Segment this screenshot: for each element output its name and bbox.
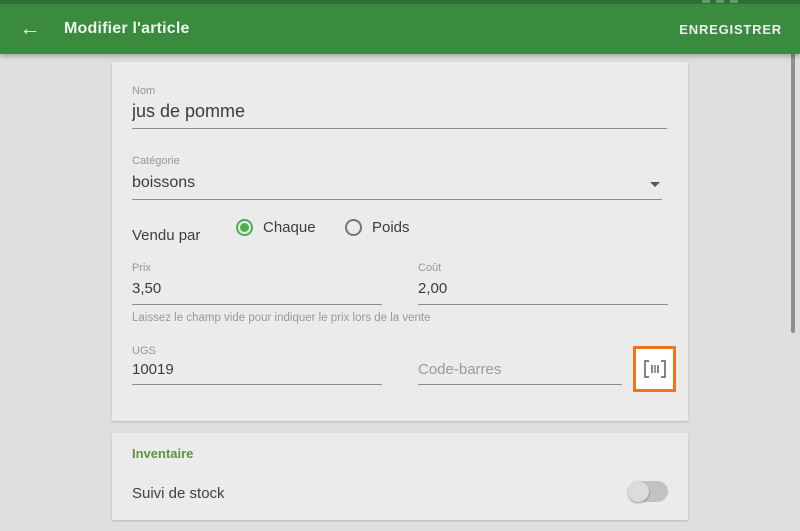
chevron-down-icon — [650, 182, 660, 187]
inventory-card: Inventaire Suivi de stock — [112, 433, 688, 520]
price-helper-text: Laissez le champ vide pour indiquer le p… — [132, 312, 431, 324]
price-input[interactable] — [132, 276, 382, 305]
item-details-card: Nom Catégorie boissons Vendu par Chaque … — [112, 62, 688, 421]
inventory-section-title: Inventaire — [132, 446, 194, 461]
cost-field-label: Coût — [418, 262, 442, 274]
category-field-label: Catégorie — [132, 155, 180, 167]
track-stock-toggle[interactable] — [628, 481, 668, 502]
arrow-left-icon: ← — [19, 17, 41, 40]
radio-option-chaque[interactable]: Chaque — [236, 219, 316, 236]
save-button[interactable]: ENREGISTRER — [679, 22, 782, 37]
track-stock-label: Suivi de stock — [132, 485, 225, 502]
sold-by-label: Vendu par — [132, 227, 201, 244]
barcode-scan-button[interactable] — [633, 346, 676, 392]
status-bar — [0, 0, 800, 4]
radio-unselected-icon — [345, 219, 362, 236]
sku-field-label: UGS — [132, 345, 156, 357]
cost-input[interactable] — [418, 276, 668, 305]
barcode-icon — [643, 360, 666, 378]
barcode-input[interactable] — [418, 358, 622, 385]
edit-item-screen: ← Modifier l'article ENREGISTRER Nom Cat… — [0, 0, 800, 531]
status-icons — [702, 0, 792, 4]
category-selected-value: boissons — [132, 174, 196, 191]
category-select[interactable]: boissons — [132, 168, 662, 200]
back-button[interactable]: ← — [10, 9, 50, 49]
radio-selected-icon — [236, 219, 253, 236]
toggle-knob — [628, 481, 649, 502]
price-field-label: Prix — [132, 262, 151, 274]
page-title: Modifier l'article — [64, 20, 190, 37]
name-input[interactable] — [132, 98, 667, 129]
radio-option-label: Chaque — [263, 219, 316, 236]
app-bar: ← Modifier l'article ENREGISTRER — [0, 4, 800, 54]
name-field-label: Nom — [132, 85, 156, 97]
radio-option-poids[interactable]: Poids — [345, 219, 410, 236]
sku-input[interactable] — [132, 358, 382, 385]
radio-option-label: Poids — [372, 219, 410, 236]
scrollbar-thumb[interactable] — [791, 53, 795, 333]
